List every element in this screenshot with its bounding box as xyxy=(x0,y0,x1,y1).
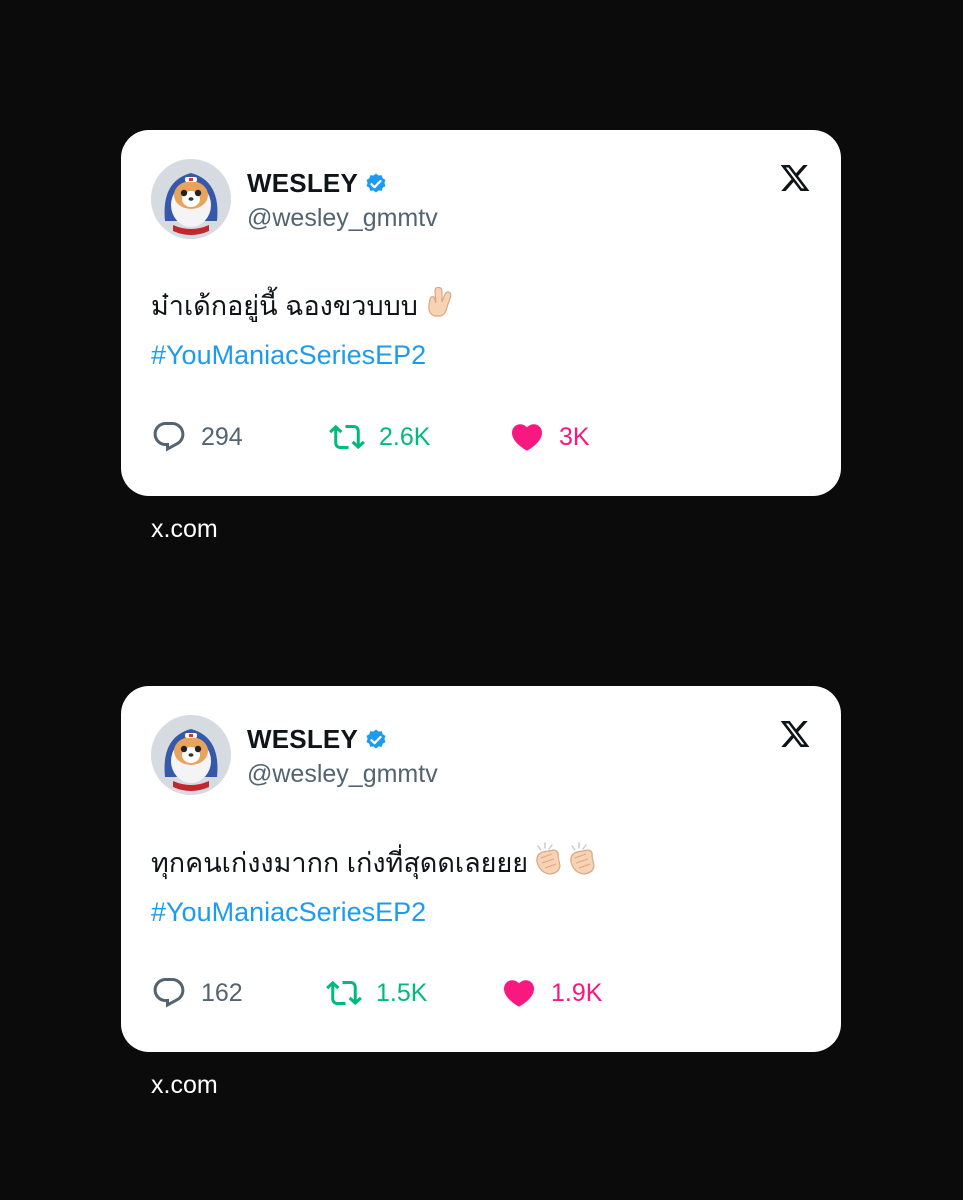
tweet-card[interactable]: WESLEY @wesley_gmmtv ม๋าเด้กอยู่นี้ ฉองข… xyxy=(121,130,841,496)
avatar[interactable] xyxy=(151,159,231,239)
like-button[interactable]: 1.9K xyxy=(501,973,602,1013)
author-name[interactable]: WESLEY xyxy=(247,168,358,199)
tweet-text: ม๋าเด้กอยู่นี้ ฉองขวบบบ #YouManiacSeries… xyxy=(151,284,456,378)
x-logo-icon[interactable] xyxy=(779,162,811,194)
author-handle[interactable]: @wesley_gmmtv xyxy=(247,204,438,233)
verified-badge-icon xyxy=(366,173,386,192)
avatar[interactable] xyxy=(151,715,231,795)
tweet-body: ทุกคนเก่งงมากก เก่งที่สุดดเลยยย xyxy=(151,848,529,878)
hashtag-link[interactable]: #YouManiacSeriesEP2 xyxy=(151,890,604,935)
reply-button[interactable]: 294 xyxy=(151,417,243,457)
author-name[interactable]: WESLEY xyxy=(247,724,358,755)
heart-icon xyxy=(511,424,543,451)
reply-icon xyxy=(153,978,185,1008)
retweet-icon xyxy=(329,424,365,450)
x-logo-icon[interactable] xyxy=(779,718,811,750)
verified-badge-icon xyxy=(366,729,386,748)
hashtag-link[interactable]: #YouManiacSeriesEP2 xyxy=(151,333,456,378)
heart-icon xyxy=(503,980,535,1007)
like-count: 1.9K xyxy=(551,978,603,1007)
tweet-card[interactable]: WESLEY @wesley_gmmtv ทุกคนเก่งงมากก เก่ง… xyxy=(121,686,841,1052)
author-row: WESLEY xyxy=(247,168,388,199)
clapping-hands-emoji xyxy=(532,840,604,890)
reply-count: 162 xyxy=(201,978,243,1007)
retweet-count: 1.5K xyxy=(376,978,428,1007)
like-count: 3K xyxy=(559,422,590,451)
crossed-fingers-emoji xyxy=(422,285,456,333)
source-label[interactable]: x.com xyxy=(151,1071,218,1100)
reply-button[interactable]: 162 xyxy=(151,973,243,1013)
reply-icon xyxy=(153,422,185,452)
like-button[interactable]: 3K xyxy=(509,417,590,457)
tweet-text: ทุกคนเก่งงมากก เก่งที่สุดดเลยยย #YouMani… xyxy=(151,840,604,935)
source-label[interactable]: x.com xyxy=(151,515,218,544)
retweet-button[interactable]: 1.5K xyxy=(326,973,427,1013)
retweet-count: 2.6K xyxy=(379,422,431,451)
tweet-body: ม๋าเด้กอยู่นี้ ฉองขวบบบ xyxy=(151,291,418,321)
retweet-button[interactable]: 2.6K xyxy=(329,417,430,457)
reply-count: 294 xyxy=(201,422,243,451)
author-handle[interactable]: @wesley_gmmtv xyxy=(247,760,438,789)
retweet-icon xyxy=(326,980,362,1006)
author-row: WESLEY xyxy=(247,724,388,755)
